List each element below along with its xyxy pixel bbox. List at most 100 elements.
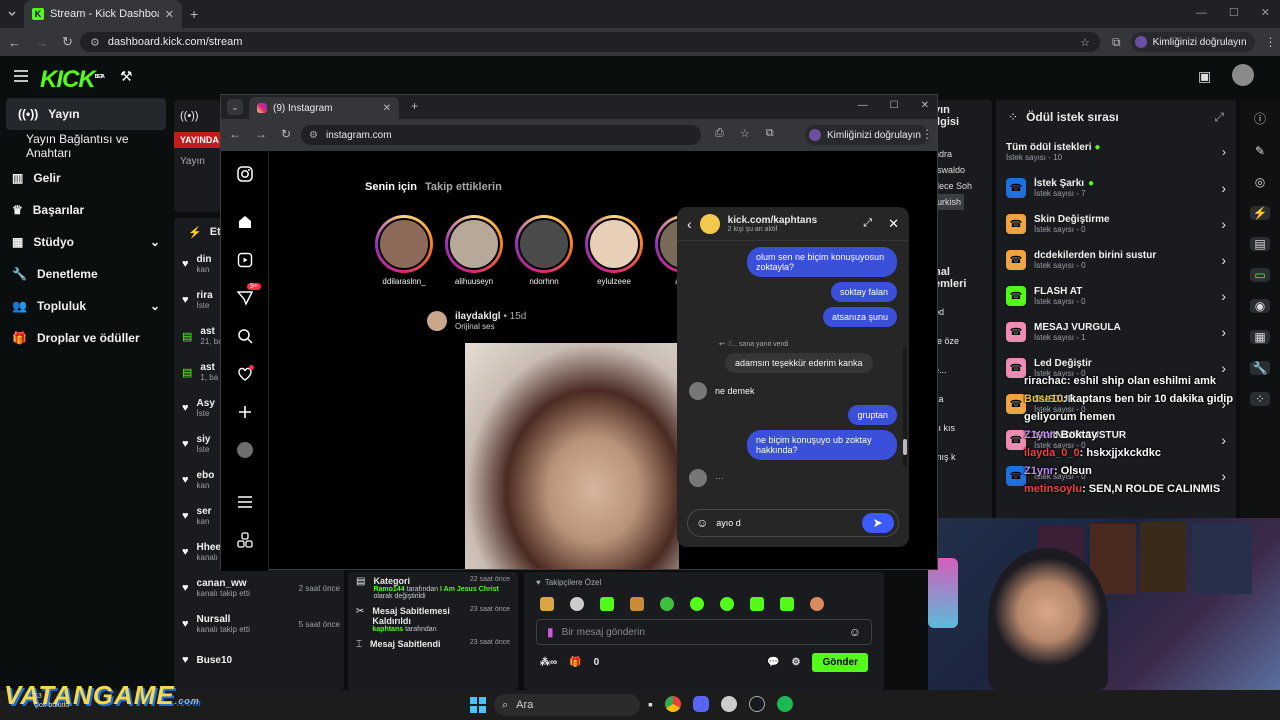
bookmark-star-icon[interactable]: ☆ [1080,36,1090,49]
sidebar-item-yayin[interactable]: ((•)) Yayın [6,98,166,130]
post-media[interactable] [419,343,679,569]
create-plus-icon[interactable] [221,393,269,431]
forward-icon[interactable]: → [255,127,267,141]
story-item[interactable]: ddilaraslnn_ [369,215,439,286]
more-menu-icon[interactable] [221,483,269,521]
sidebar-item-basarilar[interactable]: ♛ Başarılar [0,194,172,226]
install-app-icon[interactable]: ⎙ [715,127,724,140]
close-icon[interactable]: ✕ [888,216,899,232]
sender-avatar[interactable] [689,382,707,400]
reward-item[interactable]: ☎ FLASH AT İstek sayısı - 0 › [996,278,1236,314]
address-bar[interactable]: ⚙ dashboard.kick.com/stream ☆ [80,32,1100,52]
sender-avatar[interactable] [689,469,707,487]
reload-icon[interactable]: ↻ [62,34,73,50]
send-button[interactable] [862,513,894,533]
post-author[interactable]: ilaydaklgl [455,311,501,322]
emoji-icon[interactable]: ☺ [696,516,708,530]
site-info-icon[interactable]: ⚙ [309,130,318,141]
list-tool-icon[interactable]: ▤ [1250,237,1270,251]
dm-scrollbar[interactable] [903,347,907,467]
popout-icon[interactable]: ⤢ [1214,110,1224,125]
chat-input[interactable]: ▮ Bir mesaj gönderin ☺ [536,619,872,645]
dm-title[interactable]: kick.com/kaphtans [728,215,856,226]
reels-icon[interactable] [221,241,269,279]
messages-icon[interactable]: 9+ [221,279,269,317]
dm-message-sent[interactable]: soktay falan [830,282,897,302]
feed-item[interactable]: ♥ Nursall kanalı takip etti 5 saat önce [174,606,344,642]
bookmark-star-icon[interactable]: ☆ [740,127,750,140]
close-window-icon[interactable]: ✕ [1261,6,1270,19]
browser-menu-icon[interactable]: ⋮ [921,127,933,141]
reward-item[interactable]: ☎ dcdekilerden birini sustur İstek sayısı … [996,242,1236,278]
points-icon[interactable]: ⁂∞ [540,657,557,668]
emoji-icon[interactable]: ☺ [849,625,861,639]
new-tab-button[interactable]: + [411,99,418,113]
sidebar-item-studyo[interactable]: ▦ Stüdyo ⌄ [0,226,172,258]
reward-item[interactable]: ☎ Skin Değiştirme İstek sayısı - 0 › [996,206,1236,242]
send-button[interactable]: Gönder [812,653,868,672]
dm-message-received[interactable]: ne demek [715,382,755,400]
mod-log-user[interactable]: kaphtans [372,626,403,633]
profile-button[interactable]: Kimliğinizi doğrulayın [805,125,929,145]
emote-icon[interactable] [720,597,734,611]
emote-icon[interactable] [810,597,824,611]
bolt-tool-icon[interactable]: ⚡ [1250,206,1270,220]
minimize-icon[interactable]: — [858,100,868,111]
feed-user[interactable]: Nursall [197,614,291,625]
dm-input[interactable]: ☺ ayıo d [687,509,899,537]
emote-icon[interactable] [630,597,644,611]
browser-tab[interactable]: K Stream - Kick Dashboard ✕ [24,0,182,28]
back-icon[interactable]: ← [8,35,21,50]
post-author-avatar[interactable] [427,311,447,331]
feed-item[interactable]: ♥ canan_ww kanalı takip etti 2 saat önce [174,570,344,606]
chrome-icon[interactable] [664,696,681,712]
sidebar-item-gelir[interactable]: ▥ Gelir [0,162,172,194]
chat-tool-icon[interactable]: ▭ [1250,268,1270,282]
all-rewards-row[interactable]: Tüm ödül istekleri ● İstek sayısı - 10 › [996,134,1236,170]
target-icon[interactable]: ◎ [1255,175,1265,189]
windows-start-icon[interactable] [470,697,486,713]
kick-logo[interactable]: KICKBETA [40,66,105,94]
tab-list-chevron-icon[interactable] [6,8,18,20]
hammer-icon[interactable]: ⚒ [120,68,133,85]
broadcast-tool-icon[interactable]: ◉ [1250,299,1270,313]
expand-icon[interactable]: ⤢ [863,217,872,230]
app-icon[interactable] [720,696,737,712]
hamburger-menu-icon[interactable] [14,70,28,82]
sidebar-item-droplar[interactable]: 🎁 Droplar ve ödüller [0,322,172,354]
emote-icon[interactable] [600,597,614,611]
tab-list-chevron-icon[interactable]: ⌄ [227,99,243,115]
story-item[interactable]: alihuuseyn [439,215,509,286]
emote-icon[interactable] [660,597,674,611]
browser-menu-icon[interactable]: ⋮ [1265,35,1277,49]
instagram-logo-icon[interactable] [221,155,269,193]
spotify-icon[interactable] [776,696,793,712]
profile-button[interactable]: Kimliğinizi doğrulayın [1130,32,1255,52]
sidebar-item-denetleme[interactable]: 🔧 Denetleme [0,258,172,290]
reward-item[interactable]: ☎ MESAJ VURGULA İstek sayısı - 1 › [996,314,1236,350]
forward-icon[interactable]: → [35,35,48,50]
user-avatar[interactable] [1232,64,1254,86]
story-item[interactable]: ndorhnn [509,215,579,286]
new-tab-button[interactable]: + [190,6,198,22]
tab-following[interactable]: Takip ettiklerin [425,181,502,193]
feed-item[interactable]: ♥ Buse10 [174,642,344,678]
taskbar-search[interactable]: ⌕ Ara [494,694,640,716]
maximize-icon[interactable]: ☐ [1229,6,1239,19]
mod-log-user[interactable]: Ramo144 [373,586,404,593]
back-icon[interactable]: ← [229,127,241,141]
emote-icon[interactable] [690,597,704,611]
post-audio[interactable]: Orijinal ses [455,322,526,331]
ig-browser-tab[interactable]: (9) Instagram ✕ [249,97,399,119]
dm-replied-message[interactable]: adamsın teşekkür ederim kanka [725,353,873,373]
gift-icon[interactable]: 🎁 [569,657,581,668]
wallet-icon[interactable]: ▣ [1198,68,1211,85]
dm-message-sent[interactable]: gruptan [848,405,897,425]
feed-user[interactable]: Buse10 [197,655,340,666]
tab-close-icon[interactable]: ✕ [383,103,391,114]
maximize-icon[interactable]: ☐ [890,100,899,111]
settings-icon[interactable]: ⚙ [791,657,800,668]
sidebar-item-stream-key[interactable]: Yayın Bağlantısı ve Anahtarı [0,130,172,162]
steam-icon[interactable] [748,696,765,712]
emote-icon[interactable] [780,597,794,611]
